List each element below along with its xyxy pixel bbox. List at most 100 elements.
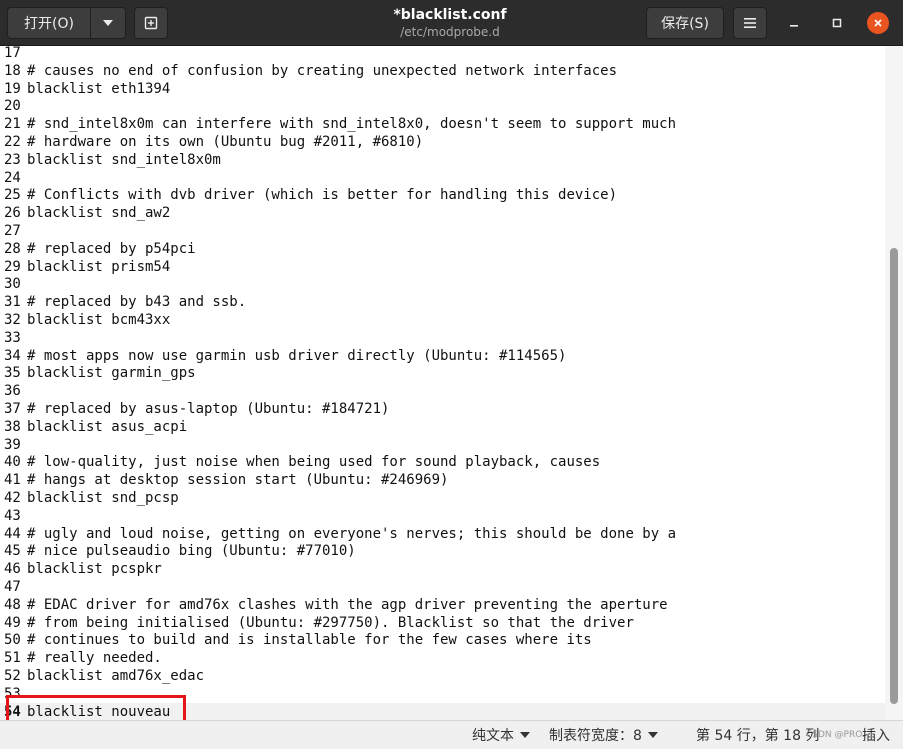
language-selector[interactable]: 纯文本 [472,725,530,745]
chevron-down-icon [103,20,113,26]
line-text[interactable]: blacklist snd_intel8x0m [27,151,221,169]
line-text[interactable]: blacklist asus_acpi [27,418,187,436]
line-text[interactable]: # hardware on its own (Ubuntu bug #2011,… [27,133,423,151]
close-button[interactable] [867,12,889,34]
line-text[interactable]: # continues to build and is installable … [27,631,592,649]
editor-line[interactable]: 35 blacklist garmin_gps [0,364,885,382]
editor-line[interactable]: 45 # nice pulseaudio bing (Ubuntu: #77010… [0,542,885,560]
line-number: 44 [4,525,21,542]
editor-line[interactable]: 23 blacklist snd_intel8x0m [0,151,885,169]
editor-line[interactable]: 29 blacklist prism54 [0,258,885,276]
menu-button[interactable] [733,7,767,39]
close-icon [874,19,882,27]
line-text[interactable]: # ugly and loud noise, getting on everyo… [27,525,676,543]
tab-width-selector[interactable]: 制表符宽度：8 [549,725,658,745]
line-text[interactable]: # most apps now use garmin usb driver di… [27,347,566,365]
line-text[interactable]: # replaced by p54pci [27,240,196,258]
editor-line[interactable]: 42 blacklist snd_pcsp [0,489,885,507]
line-text[interactable]: # hangs at desktop session start (Ubuntu… [27,471,448,489]
line-number: 50 [4,632,21,649]
status-bar: 纯文本 制表符宽度：8 第 54 行，第 18 列 CSDN @PRO 插入 [0,720,903,749]
editor-line[interactable]: 26 blacklist snd_aw2 [0,204,885,222]
save-button[interactable]: 保存(S) [646,7,724,39]
line-number: 51 [4,650,21,667]
line-text[interactable]: # causes no end of confusion by creating… [27,62,617,80]
editor-line[interactable]: 30 [0,275,885,293]
editor-line[interactable]: 32 blacklist bcm43xx [0,311,885,329]
minimize-button[interactable] [783,12,805,34]
editor-line[interactable]: 24 [0,169,885,187]
editor-line[interactable]: 40 # low-quality, just noise when being u… [0,453,885,471]
line-text[interactable]: # from being initialised (Ubuntu: #29775… [27,614,634,632]
line-text[interactable]: # low-quality, just noise when being use… [27,453,600,471]
text-editor[interactable]: 17 18 # causes no end of confusion by crea… [0,46,903,720]
line-number: 20 [4,98,21,115]
maximize-button[interactable] [826,12,848,34]
line-text[interactable]: blacklist snd_aw2 [27,204,170,222]
line-text[interactable]: blacklist amd76x_edac [27,667,204,685]
editor-line[interactable]: 37 # replaced by asus-laptop (Ubuntu: #18… [0,400,885,418]
line-number: 32 [4,312,21,328]
line-text[interactable]: # EDAC driver for amd76x clashes with th… [27,596,668,614]
line-text[interactable]: blacklist eth1394 [27,80,170,98]
editor-line[interactable]: 52 blacklist amd76x_edac [0,667,885,685]
editor-line[interactable]: 39 [0,436,885,454]
editor-line[interactable]: 21 # snd_intel8x0m can interfere with snd… [0,115,885,133]
editor-line[interactable]: 31 # replaced by b43 and ssb. [0,293,885,311]
line-text[interactable]: blacklist garmin_gps [27,364,196,382]
line-text[interactable]: # replaced by asus-laptop (Ubuntu: #1847… [27,400,389,418]
line-text[interactable]: # replaced by b43 and ssb. [27,293,246,311]
editor-line[interactable]: 43 [0,507,885,525]
editor-line[interactable]: 33 [0,329,885,347]
editor-line[interactable]: 54 blacklist nouveau [0,702,885,720]
new-document-button[interactable] [134,7,168,39]
dropdown-arrow-icon [520,732,530,738]
editor-line[interactable]: 44 # ugly and loud noise, getting on ever… [0,525,885,543]
line-number: 37 [4,401,21,417]
line-number: 17 [4,46,21,61]
editor-line[interactable]: 20 [0,97,885,115]
line-text[interactable]: # really needed. [27,649,162,667]
line-text[interactable]: # Conflicts with dvb driver (which is be… [27,186,617,204]
line-number: 41 [4,472,21,489]
line-text[interactable]: blacklist pcspkr [27,560,162,578]
editor-line[interactable]: 50 # continues to build and is installabl… [0,631,885,649]
editor-line[interactable]: 17 [0,46,885,62]
editor-line[interactable]: 27 [0,222,885,240]
line-number: 23 [4,151,21,168]
editor-line[interactable]: 47 [0,578,885,596]
editor-line[interactable]: 36 [0,382,885,400]
line-text[interactable]: blacklist prism54 [27,258,170,276]
line-number: 31 [4,294,21,311]
editor-line[interactable]: 48 # EDAC driver for amd76x clashes with … [0,596,885,614]
watermark: CSDN @PRO [806,730,863,740]
editor-line[interactable]: 46 blacklist pcspkr [0,560,885,578]
editor-line[interactable]: 49 # from being initialised (Ubuntu: #297… [0,614,885,632]
editor-line[interactable]: 22 # hardware on its own (Ubuntu bug #201… [0,133,885,151]
editor-line[interactable]: 28 # replaced by p54pci [0,240,885,258]
maximize-icon [832,18,842,28]
line-number: 42 [4,490,21,506]
line-text[interactable]: blacklist snd_pcsp [27,489,179,507]
editor-line[interactable]: 38 blacklist asus_acpi [0,418,885,436]
line-text[interactable]: # snd_intel8x0m can interfere with snd_i… [27,115,676,133]
cursor-position-selector[interactable]: 第 54 行，第 18 列 [696,725,819,745]
editor-line[interactable]: 19 blacklist eth1394 [0,80,885,98]
editor-line[interactable]: 25 # Conflicts with dvb driver (which is … [0,186,885,204]
open-button[interactable]: 打开(O) [7,7,91,39]
editor-line[interactable]: 41 # hangs at desktop session start (Ubun… [0,471,885,489]
editor-line[interactable]: 34 # most apps now use garmin usb driver … [0,347,885,365]
scrollbar-thumb[interactable] [890,248,898,704]
line-text[interactable]: # nice pulseaudio bing (Ubuntu: #77010) [27,542,356,560]
insert-mode-indicator[interactable]: 插入 [862,725,890,745]
line-text[interactable]: blacklist bcm43xx [27,311,170,329]
editor-line[interactable]: 18 # causes no end of confusion by creati… [0,62,885,80]
hamburger-menu-icon [744,18,756,28]
editor-line[interactable]: 51 # really needed. [0,649,885,667]
line-number: 53 [4,685,21,702]
open-menu-button[interactable] [91,7,126,39]
editor-line[interactable]: 53 [0,685,885,703]
line-number: 18 [4,62,21,79]
line-text[interactable]: blacklist nouveau [27,703,170,720]
line-number: 38 [4,418,21,435]
